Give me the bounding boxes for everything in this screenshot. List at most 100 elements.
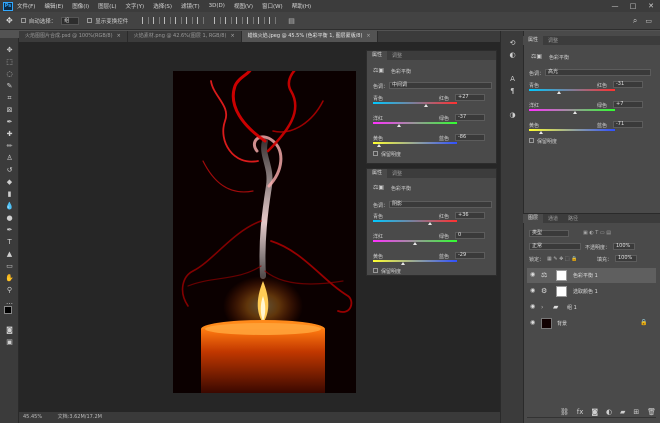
layer-row[interactable]: ◉ ⚖ 色彩平衡 1 xyxy=(527,268,656,283)
healing-brush-icon[interactable]: ✚ xyxy=(5,130,14,138)
slider-value-field[interactable]: 0 xyxy=(455,232,485,239)
distribute-bottom-icon[interactable] xyxy=(236,17,244,24)
slider-thumb[interactable] xyxy=(428,222,433,225)
auto-select-dropdown[interactable]: 组 xyxy=(61,16,80,25)
lock-icons[interactable]: ▦ ✎ ✥ ⬚ 🔒 xyxy=(547,256,577,262)
eye-icon[interactable]: ◉ xyxy=(530,272,536,278)
tab-channels[interactable]: 通道 xyxy=(543,215,563,222)
clone-stamp-icon[interactable]: ♙ xyxy=(5,154,14,162)
slider-value-field[interactable]: +7 xyxy=(613,101,643,108)
pen-tool-icon[interactable]: ✒ xyxy=(5,226,14,234)
tab-properties[interactable]: 属性 xyxy=(523,36,544,45)
menu-view[interactable]: 视图(V) xyxy=(234,2,253,10)
show-transform-checkbox[interactable] xyxy=(87,18,93,23)
layer-style-icon[interactable]: fx xyxy=(577,408,584,418)
eraser-tool-icon[interactable]: ◆ xyxy=(5,178,14,186)
frame-tool-icon[interactable]: ⊠ xyxy=(5,106,14,114)
close-icon[interactable]: × xyxy=(230,33,234,39)
layer-filter-dropdown[interactable]: 类型 xyxy=(529,230,569,237)
tab-paths[interactable]: 路径 xyxy=(563,215,583,222)
path-select-icon[interactable]: ▲ xyxy=(5,250,14,258)
slider-thumb[interactable] xyxy=(397,124,402,127)
tab-adjustments[interactable]: 调整 xyxy=(387,170,407,177)
menu-image[interactable]: 图像(I) xyxy=(72,2,89,10)
slider-track[interactable] xyxy=(373,220,457,222)
new-adjustment-icon[interactable]: ◐ xyxy=(606,408,612,418)
new-layer-icon[interactable]: ⊞ xyxy=(633,408,639,418)
menu-filter[interactable]: 滤镜(T) xyxy=(181,2,200,10)
distribute-middle-icon[interactable] xyxy=(225,17,233,24)
filter-icons[interactable]: ▣ ◐ T ▭ ▤ xyxy=(583,230,611,236)
menu-select[interactable]: 选择(S) xyxy=(153,2,172,10)
preserve-luminosity-checkbox[interactable] xyxy=(373,151,378,156)
tone-dropdown[interactable]: 中间调 xyxy=(389,82,492,89)
close-icon[interactable]: × xyxy=(117,33,121,39)
slider-value-field[interactable]: -31 xyxy=(613,81,643,88)
menu-type[interactable]: 文字(Y) xyxy=(126,2,145,10)
slider-value-field[interactable]: -29 xyxy=(455,252,485,259)
slider-value-field[interactable]: -86 xyxy=(455,134,485,141)
tab-document-3[interactable]: 蜡烛火焰.jpeg @ 45.5% (色彩平衡 1, 图层蒙版/8) × xyxy=(241,31,378,42)
history-brush-icon[interactable]: ↺ xyxy=(5,166,14,174)
paragraph-icon[interactable]: ¶ xyxy=(508,87,517,95)
quick-select-tool-icon[interactable]: ✎ xyxy=(5,82,14,90)
distribute-center-icon[interactable] xyxy=(258,17,266,24)
history-icon[interactable]: ⟲ xyxy=(508,39,517,47)
layer-thumbnail[interactable] xyxy=(541,318,552,329)
auto-select-checkbox[interactable] xyxy=(20,18,26,23)
character-icon[interactable]: A xyxy=(508,75,517,83)
tone-dropdown[interactable]: 高光 xyxy=(545,69,651,76)
brush-tool-icon[interactable]: ✏ xyxy=(5,142,14,150)
menu-3d[interactable]: 3D(D) xyxy=(209,3,225,9)
auto-align-icon[interactable]: ▤ xyxy=(288,17,295,25)
lasso-tool-icon[interactable]: ◌ xyxy=(5,70,14,78)
slider-thumb[interactable] xyxy=(424,104,429,107)
slider-track[interactable] xyxy=(529,109,615,111)
link-layers-icon[interactable]: ⛓ xyxy=(560,408,569,418)
close-icon[interactable]: × xyxy=(366,33,370,39)
blur-tool-icon[interactable]: 💧 xyxy=(5,202,14,210)
slider-value-field[interactable]: -37 xyxy=(455,114,485,121)
slider-value-field[interactable]: +27 xyxy=(455,94,485,101)
distribute-right-icon[interactable] xyxy=(269,17,277,24)
type-tool-icon[interactable]: T xyxy=(5,238,14,246)
tab-properties[interactable]: 属性 xyxy=(367,51,388,60)
tone-dropdown[interactable]: 阴影 xyxy=(389,201,492,208)
preserve-luminosity-checkbox[interactable] xyxy=(373,268,378,273)
slider-track[interactable] xyxy=(373,102,457,104)
move-tool-icon[interactable]: ✥ xyxy=(5,46,14,54)
layer-name[interactable]: 选取颜色 1 xyxy=(573,288,598,295)
fill-field[interactable]: 100% xyxy=(615,255,637,262)
slider-track[interactable] xyxy=(373,260,457,262)
adjustments-icon[interactable]: ◑ xyxy=(508,111,517,119)
align-bottom-icon[interactable] xyxy=(197,17,205,24)
new-group-icon[interactable]: ▰ xyxy=(620,408,625,418)
menu-file[interactable]: 文件(F) xyxy=(17,2,35,10)
slider-thumb[interactable] xyxy=(573,111,577,114)
tab-adjustments[interactable]: 调整 xyxy=(387,52,407,59)
delete-layer-icon[interactable]: 🗑 xyxy=(647,408,656,418)
layer-name[interactable]: 色彩平衡 1 xyxy=(573,272,598,279)
preserve-luminosity-checkbox[interactable] xyxy=(529,138,534,143)
candle-flame-image[interactable] xyxy=(173,71,356,393)
distribute-top-icon[interactable] xyxy=(214,17,222,24)
minimize-button[interactable]: — xyxy=(606,2,624,10)
workspace-icon[interactable]: ▭ xyxy=(645,17,652,25)
slider-thumb[interactable] xyxy=(400,262,405,265)
align-center-icon[interactable] xyxy=(153,17,161,24)
slider-thumb[interactable] xyxy=(539,131,544,134)
menu-window[interactable]: 窗口(W) xyxy=(262,2,283,10)
more-tools-icon[interactable]: … xyxy=(5,298,14,306)
color-icon[interactable]: ◐ xyxy=(508,51,517,59)
tab-properties[interactable]: 属性 xyxy=(367,169,388,178)
slider-value-field[interactable]: +36 xyxy=(455,212,485,219)
menu-layer[interactable]: 图层(L) xyxy=(98,2,116,10)
layer-row[interactable]: ◉ ⚙ 选取颜色 1 xyxy=(527,284,656,299)
zoom-tool-icon[interactable]: ⚲ xyxy=(5,286,14,294)
layer-row[interactable]: ◉ › ▰ 组 1 xyxy=(527,300,656,315)
tab-document-2[interactable]: 火焰素材.png @ 42.6%(图层 1, RGB/8) × xyxy=(128,31,242,42)
slider-value-field[interactable]: -71 xyxy=(613,121,643,128)
align-left-icon[interactable] xyxy=(142,17,150,24)
screen-mode-icon[interactable]: ▣ xyxy=(5,338,14,346)
gradient-tool-icon[interactable]: ▮ xyxy=(5,190,14,198)
